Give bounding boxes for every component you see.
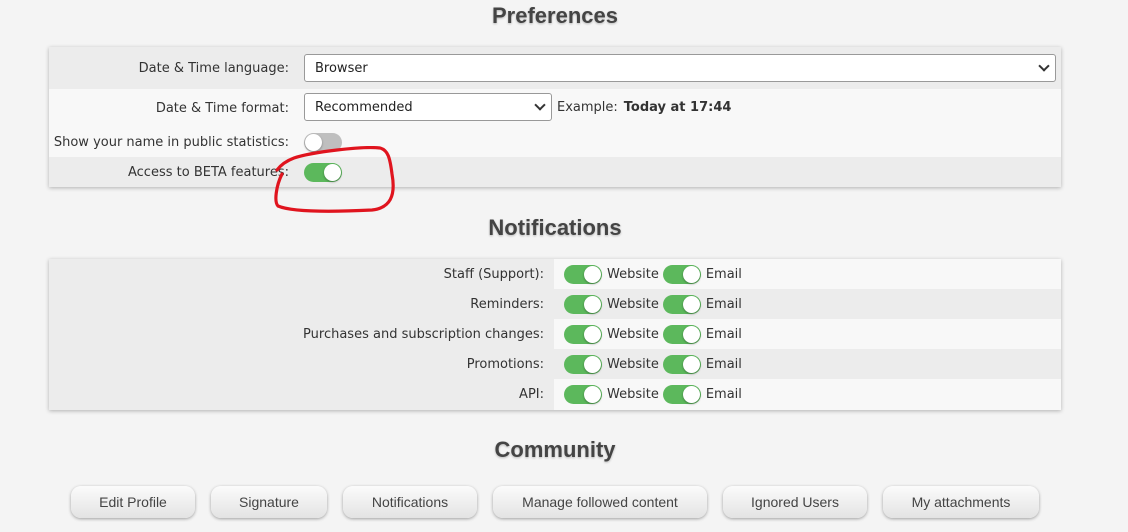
format-example-prefix: Example: bbox=[557, 99, 618, 115]
website-toggle[interactable] bbox=[564, 295, 602, 314]
email-toggle[interactable] bbox=[662, 265, 701, 284]
toggle-knob bbox=[682, 296, 700, 313]
show-name-label: Show your name in public statistics: bbox=[53, 134, 289, 150]
notif-label: API: bbox=[519, 387, 544, 402]
language-label: Date & Time language: bbox=[138, 60, 289, 76]
email-label: Email bbox=[705, 267, 742, 282]
notifications-button[interactable]: Notifications bbox=[343, 486, 477, 518]
email-label: Email bbox=[705, 297, 742, 312]
email-label: Email bbox=[705, 387, 742, 402]
toggle-knob bbox=[682, 356, 700, 373]
website-label: Website bbox=[607, 327, 659, 342]
email-toggle[interactable] bbox=[662, 325, 701, 344]
signature-button[interactable]: Signature bbox=[211, 486, 327, 518]
pref-row-format: Date & Time format: Recommended Example:… bbox=[49, 89, 1061, 127]
website-toggle[interactable] bbox=[564, 355, 602, 374]
email-toggle[interactable] bbox=[662, 295, 701, 314]
website-label: Website bbox=[607, 267, 659, 282]
notif-label: Reminders: bbox=[470, 296, 544, 312]
toggle-knob bbox=[324, 164, 341, 181]
show-name-toggle[interactable] bbox=[304, 133, 342, 152]
toggle-knob bbox=[584, 266, 601, 283]
my-attachments-button[interactable]: My attachments bbox=[883, 486, 1039, 518]
website-label: Website bbox=[607, 297, 659, 312]
language-select[interactable]: Browser bbox=[304, 54, 1056, 82]
notifications-title: Notifications bbox=[488, 215, 622, 240]
format-example-value: Today at 17:44 bbox=[623, 99, 732, 115]
website-toggle[interactable] bbox=[564, 265, 602, 284]
toggle-knob bbox=[584, 326, 601, 343]
pref-row-language: Date & Time language: Browser bbox=[49, 47, 1061, 89]
beta-label: Access to BETA features: bbox=[128, 164, 289, 180]
toggle-knob bbox=[584, 386, 601, 403]
email-toggle[interactable] bbox=[662, 385, 701, 404]
notif-row: Promotions: Website Email bbox=[49, 349, 1061, 379]
notif-row: API: Website Email bbox=[49, 379, 1061, 410]
toggle-knob bbox=[305, 134, 322, 151]
notif-row: Staff (Support): Website Email bbox=[49, 259, 1061, 289]
toggle-knob bbox=[682, 326, 700, 343]
email-label: Email bbox=[705, 357, 742, 372]
email-toggle[interactable] bbox=[662, 355, 701, 374]
manage-followed-content-button[interactable]: Manage followed content bbox=[493, 486, 707, 518]
notifications-panel: Staff (Support): Website Email Reminders… bbox=[49, 259, 1061, 410]
format-select[interactable]: Recommended bbox=[304, 93, 552, 121]
notif-row: Reminders: Website Email bbox=[49, 289, 1061, 319]
email-label: Email bbox=[705, 327, 742, 342]
notif-label: Promotions: bbox=[466, 356, 544, 372]
edit-profile-button[interactable]: Edit Profile bbox=[71, 486, 195, 518]
pref-row-show-name: Show your name in public statistics: bbox=[49, 127, 1061, 157]
notif-label: Purchases and subscription changes: bbox=[303, 326, 544, 342]
website-label: Website bbox=[607, 357, 659, 372]
pref-row-beta: Access to BETA features: bbox=[49, 157, 1061, 187]
notif-label: Staff (Support): bbox=[443, 266, 544, 282]
toggle-knob bbox=[584, 356, 601, 373]
beta-toggle[interactable] bbox=[304, 163, 342, 182]
toggle-knob bbox=[682, 386, 700, 403]
preferences-title: Preferences bbox=[492, 3, 618, 28]
format-label: Date & Time format: bbox=[155, 100, 289, 116]
ignored-users-button[interactable]: Ignored Users bbox=[723, 486, 867, 518]
preferences-panel: Date & Time language: Browser Date & Tim… bbox=[49, 47, 1061, 187]
website-label: Website bbox=[607, 387, 659, 402]
language-select-control[interactable]: Browser bbox=[304, 54, 1056, 82]
community-title: Community bbox=[494, 437, 616, 462]
toggle-knob bbox=[584, 296, 601, 313]
website-toggle[interactable] bbox=[564, 385, 602, 404]
format-select-control[interactable]: Recommended bbox=[304, 93, 552, 121]
website-toggle[interactable] bbox=[564, 325, 602, 344]
toggle-knob bbox=[682, 266, 700, 283]
notif-row: Purchases and subscription changes: Webs… bbox=[49, 319, 1061, 349]
